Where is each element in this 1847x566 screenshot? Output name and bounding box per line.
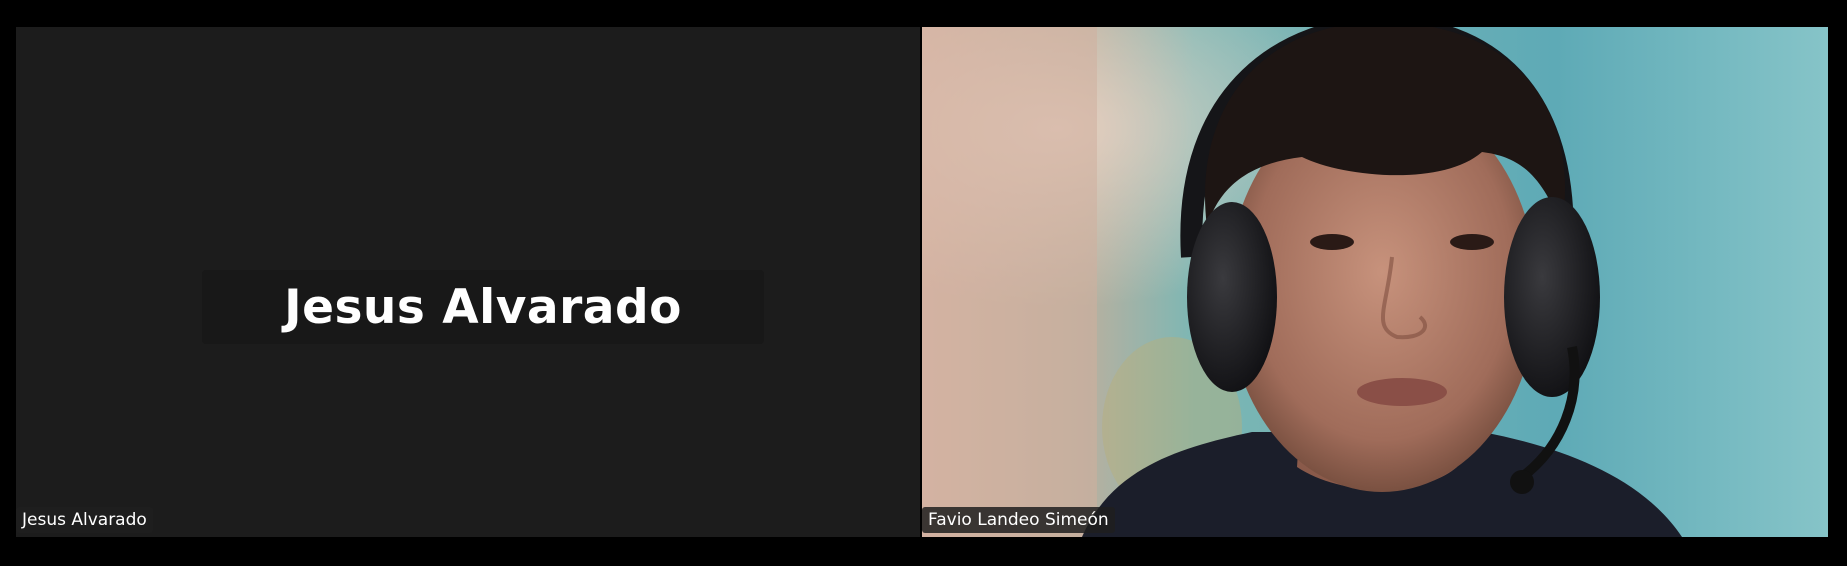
participant-name-center: Jesus Alvarado xyxy=(202,270,764,344)
meeting-gallery-view: Jesus Alvarado Jesus Alvarado Favio Land… xyxy=(0,0,1847,566)
participant-tile-favio-landeo-simeon[interactable]: Favio Landeo Simeón xyxy=(922,27,1828,537)
participant-name-tag: Favio Landeo Simeón xyxy=(922,507,1115,533)
participant-name-tag: Jesus Alvarado xyxy=(16,507,153,533)
participant-tile-jesus-alvarado[interactable]: Jesus Alvarado Jesus Alvarado xyxy=(16,27,920,537)
participant-video-feed xyxy=(922,27,1828,537)
